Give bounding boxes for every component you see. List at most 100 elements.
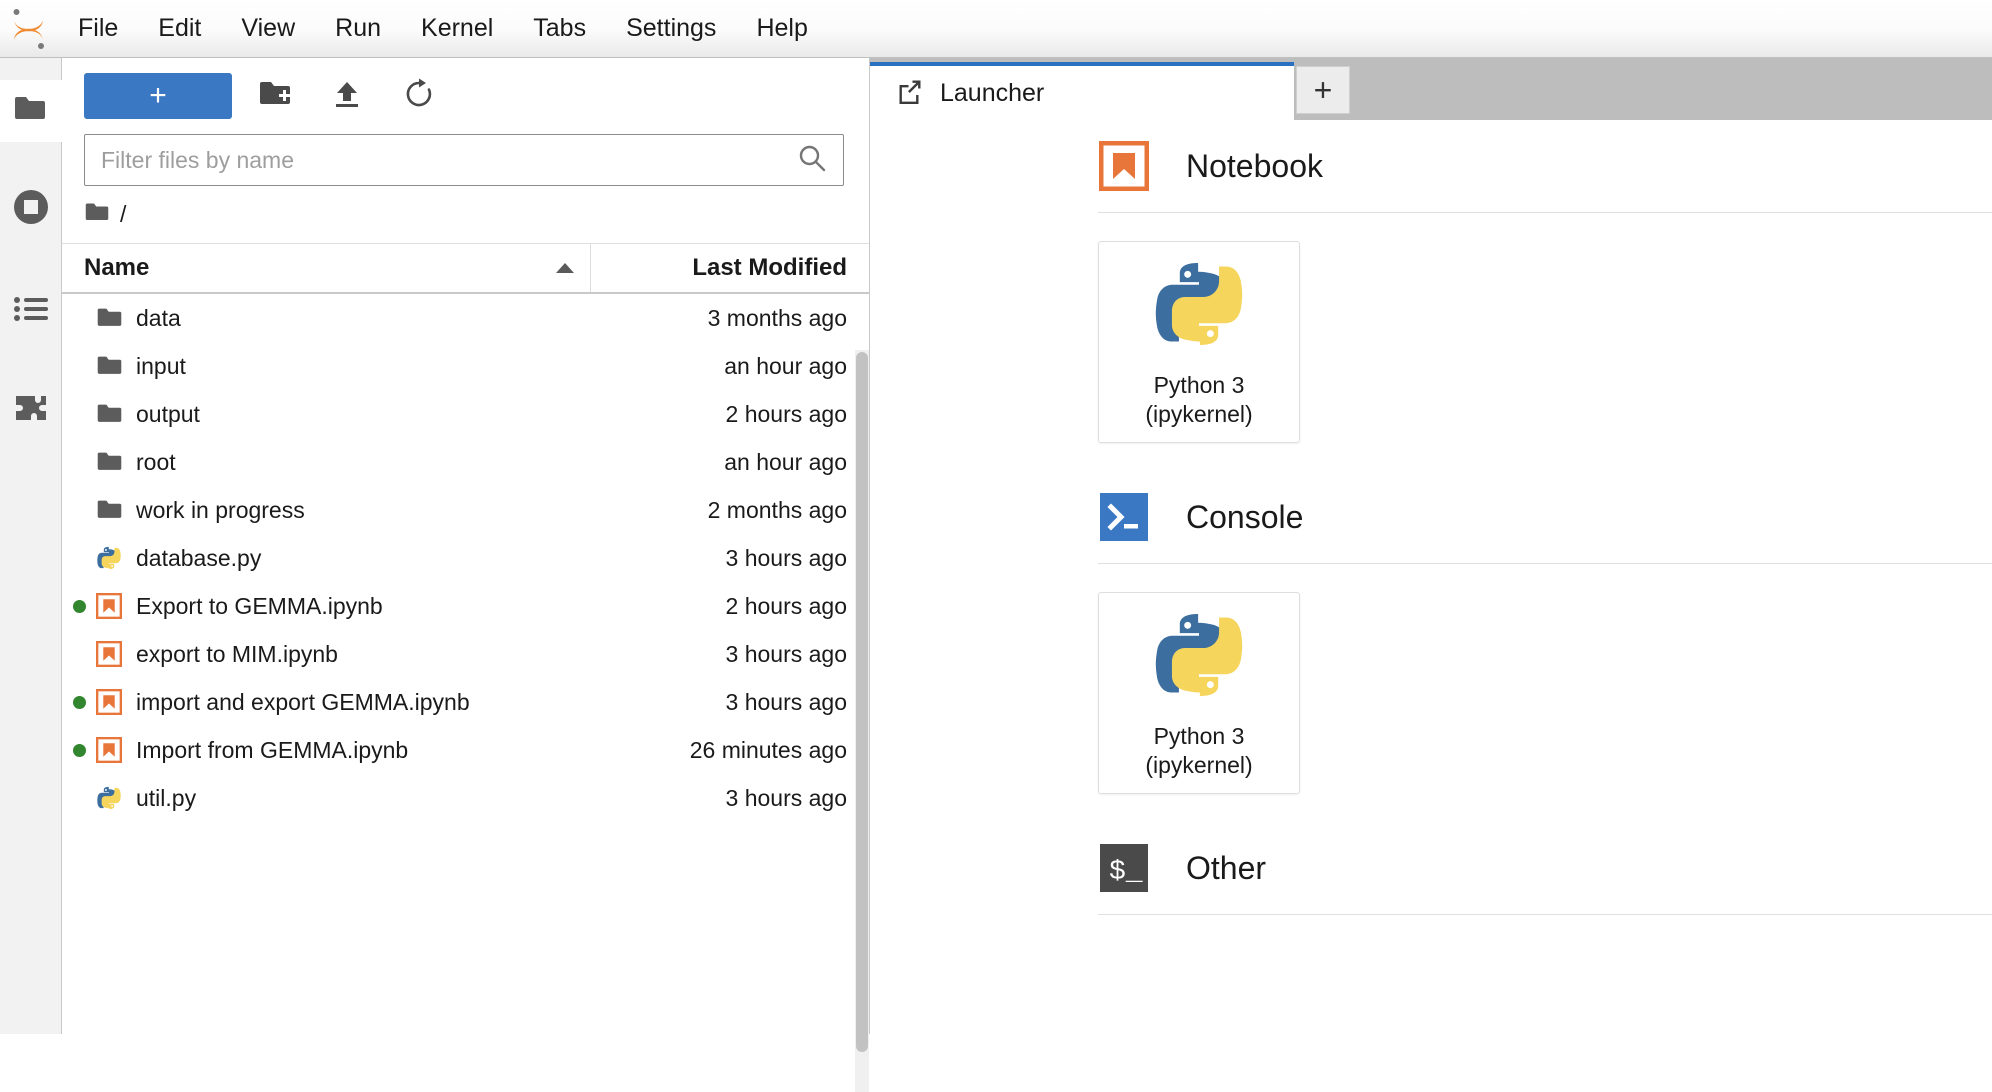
folder-icon: [96, 403, 136, 425]
search-input[interactable]: [101, 147, 797, 174]
launcher-section-notebook-title: Notebook: [1186, 148, 1323, 185]
notebook-icon: [96, 689, 136, 715]
table-row[interactable]: Import from GEMMA.ipynb26 minutes ago: [62, 726, 869, 774]
launcher-section-console-header: Console: [1098, 471, 1992, 563]
file-list-scrollbar-thumb[interactable]: [856, 352, 868, 1052]
file-name: Import from GEMMA.ipynb: [136, 737, 591, 764]
kernel-running-indicator: [62, 744, 96, 757]
new-launcher-button[interactable]: +: [84, 73, 232, 119]
table-row[interactable]: Export to GEMMA.ipynb2 hours ago: [62, 582, 869, 630]
table-row[interactable]: export to MIM.ipynb3 hours ago: [62, 630, 869, 678]
file-name: root: [136, 449, 591, 476]
launcher-card-label: Python 3 (ipykernel): [1145, 722, 1252, 778]
svg-text:$_: $_: [1109, 857, 1143, 888]
file-last-modified: 3 hours ago: [591, 785, 869, 812]
file-name: database.py: [136, 545, 591, 572]
notebook-icon: [1098, 140, 1150, 192]
menu-tabs[interactable]: Tabs: [513, 10, 606, 47]
table-row[interactable]: import and export GEMMA.ipynb3 hours ago: [62, 678, 869, 726]
activity-bar: [0, 58, 62, 1034]
menu-run[interactable]: Run: [315, 10, 401, 47]
menu-file[interactable]: File: [58, 10, 138, 47]
file-name: export to MIM.ipynb: [136, 641, 591, 668]
file-browser-panel: +: [62, 58, 870, 1034]
notebook-icon: [96, 593, 136, 619]
sidebar-item-file-browser[interactable]: [0, 80, 62, 142]
breadcrumb-root-path[interactable]: /: [120, 201, 126, 228]
file-list-header: Name Last Modified: [62, 244, 869, 294]
sidebar-item-extensions[interactable]: [0, 382, 62, 444]
launcher-panel: Notebook Python 3 (ipykernel): [870, 120, 1992, 1034]
sidebar-item-commands[interactable]: [0, 280, 62, 342]
table-row[interactable]: database.py3 hours ago: [62, 534, 869, 582]
menu-settings[interactable]: Settings: [606, 10, 736, 47]
launcher-card-line1: Python 3: [1145, 722, 1252, 750]
launcher-card-notebook-python3[interactable]: Python 3 (ipykernel): [1098, 241, 1300, 443]
launcher-card-label: Python 3 (ipykernel): [1145, 371, 1252, 427]
table-row[interactable]: util.py3 hours ago: [62, 774, 869, 822]
launcher-card-line2: (ipykernel): [1145, 400, 1252, 428]
tab-launcher[interactable]: Launcher: [870, 62, 1294, 120]
file-last-modified: 2 hours ago: [591, 593, 869, 620]
table-row[interactable]: rootan hour ago: [62, 438, 869, 486]
breadcrumb[interactable]: /: [62, 186, 869, 244]
folder-icon: [96, 355, 136, 377]
puzzle-extension-icon: [14, 394, 48, 433]
file-last-modified: 3 hours ago: [591, 689, 869, 716]
table-row[interactable]: inputan hour ago: [62, 342, 869, 390]
file-name: input: [136, 353, 591, 380]
table-row[interactable]: work in progress2 months ago: [62, 486, 869, 534]
folder-icon: [13, 95, 47, 128]
launcher-card-line1: Python 3: [1145, 371, 1252, 399]
launcher-section-console-title: Console: [1186, 499, 1303, 536]
menu-help[interactable]: Help: [736, 10, 827, 47]
external-link-icon: [896, 77, 924, 110]
menu-edit[interactable]: Edit: [138, 10, 221, 47]
commands-list-icon: [14, 296, 48, 327]
file-last-modified: an hour ago: [591, 449, 869, 476]
new-folder-button[interactable]: [246, 73, 304, 119]
launcher-section-other-title: Other: [1186, 850, 1266, 887]
file-name: import and export GEMMA.ipynb: [136, 689, 591, 716]
file-name: Export to GEMMA.ipynb: [136, 593, 591, 620]
folder-icon: [84, 202, 110, 228]
folder-icon: [96, 307, 136, 329]
file-last-modified: 26 minutes ago: [591, 737, 869, 764]
sidebar-item-running[interactable]: [0, 178, 62, 240]
upload-button[interactable]: [318, 73, 376, 119]
file-last-modified: 3 hours ago: [591, 545, 869, 572]
launcher-card-console-python3[interactable]: Python 3 (ipykernel): [1098, 592, 1300, 794]
notebook-icon: [96, 737, 136, 763]
file-list: data3 months agoinputan hour agooutput2 …: [62, 294, 869, 1034]
file-name: output: [136, 401, 591, 428]
file-name: util.py: [136, 785, 591, 812]
column-header-last-modified[interactable]: Last Modified: [591, 244, 869, 292]
menu-view[interactable]: View: [221, 10, 315, 47]
column-header-name[interactable]: Name: [62, 244, 591, 292]
new-tab-button[interactable]: +: [1296, 66, 1350, 114]
search-icon[interactable]: [797, 143, 827, 178]
python-file-icon: [96, 785, 136, 811]
folder-icon: [96, 499, 136, 521]
launcher-cards-console: Python 3 (ipykernel): [870, 564, 1992, 822]
launcher-section-notebook: Notebook: [870, 120, 1992, 212]
running-dot-icon: [73, 696, 86, 709]
table-row[interactable]: output2 hours ago: [62, 390, 869, 438]
python-file-icon: [96, 545, 136, 571]
menu-bar: File Edit View Run Kernel Tabs Settings …: [0, 0, 1992, 58]
upload-icon: [332, 79, 362, 114]
notebook-icon: [96, 641, 136, 667]
kernel-running-indicator: [62, 600, 96, 613]
running-dot-icon: [73, 600, 86, 613]
tab-bar: Launcher +: [870, 58, 1992, 120]
table-row[interactable]: data3 months ago: [62, 294, 869, 342]
file-filter-box[interactable]: [84, 134, 844, 186]
running-terminals-icon: [12, 188, 50, 231]
new-folder-icon: [258, 80, 292, 113]
menu-kernel[interactable]: Kernel: [401, 10, 513, 47]
launcher-cards-notebook: Python 3 (ipykernel): [870, 213, 1992, 471]
jupyter-logo-icon: [0, 0, 58, 58]
tab-launcher-label: Launcher: [940, 79, 1044, 108]
refresh-button[interactable]: [390, 73, 448, 119]
launcher-section-console: Console: [870, 471, 1992, 563]
